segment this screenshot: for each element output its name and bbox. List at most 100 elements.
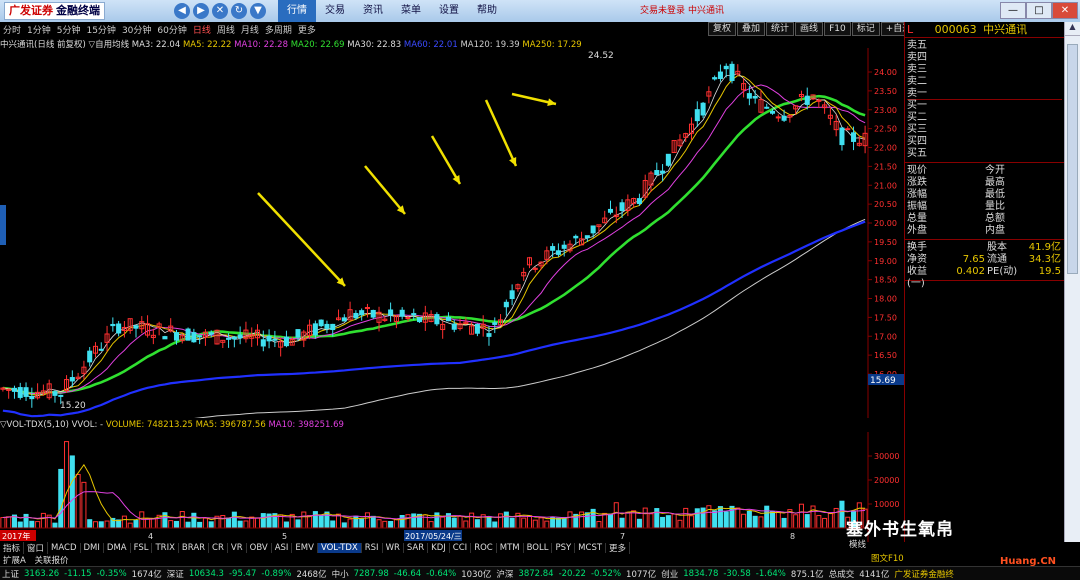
candle-body [555,250,561,255]
volume-bar [145,518,151,529]
tab-cci[interactable]: CCI [450,543,472,553]
f10-button[interactable]: F10 [824,22,851,36]
volume-bar [231,511,237,529]
ma5-line [2,75,866,396]
watermark-text: 塞外书生氧帛 [846,520,954,540]
period-more[interactable]: 更多 [295,23,319,36]
related-quotes-tab[interactable]: 关联报价 [35,556,69,566]
turnover-row: 换手 股本 41.9亿 [907,242,1061,253]
tab-macd[interactable]: MACD [48,543,81,553]
tab-roc[interactable]: ROC [471,543,497,553]
extension-a-tab[interactable]: 扩展A [3,556,26,566]
tab-vol-tdx[interactable]: VOL-TDX [317,543,362,553]
current-price-label: 15.69 [870,376,896,386]
f10-link[interactable]: 图文F10 [871,552,904,564]
volume-chart[interactable]: 30000 20000 10000 2017年 4 5 2017/05/24/三 7… [0,432,904,542]
annotation-arrow [484,99,518,167]
index-sme-label[interactable]: 中小 [332,568,349,580]
period-15min[interactable]: 15分钟 [83,23,118,36]
candle-body [503,301,509,308]
candle-body [116,323,122,334]
volume-bar [58,468,64,529]
volume-bar [283,521,289,529]
tab-dma[interactable]: DMA [104,543,131,553]
tab-trix[interactable]: TRIX [152,543,179,553]
volume-bar [584,512,590,529]
volume-bar [526,515,533,529]
period-1min[interactable]: 1分钟 [24,23,54,36]
menu-menu[interactable]: 菜单 [392,0,430,22]
tab-more[interactable]: 更多 [606,542,631,554]
tab-emv[interactable]: EMV [292,543,318,553]
tab-cr[interactable]: CR [209,543,228,553]
quote-panel: L 000063 中兴通讯 卖五 卖四 卖三 卖二 卖一 买一 买二 买三 买四… [849,22,1064,564]
candle-body [191,332,197,343]
index-sh-label[interactable]: 上证 [2,568,19,580]
index-sh-value: 3163.26 [24,568,60,579]
menu-settings[interactable]: 设置 [430,0,468,22]
scroll-thumb[interactable] [1067,44,1078,274]
index-cy-label[interactable]: 创业 [661,568,678,580]
dropdown-icon[interactable]: ▼ [250,3,266,19]
period-monthly[interactable]: 月线 [238,23,262,36]
overlay-button[interactable]: 叠加 [737,22,766,36]
close-window-button[interactable]: ✕ [1052,2,1078,19]
volume-bar [741,513,747,529]
volume-bar [405,514,411,529]
stats-button[interactable]: 统计 [766,22,795,36]
index-sz-label[interactable]: 深证 [167,568,184,580]
period-60min[interactable]: 60分钟 [154,23,189,36]
tab-sar[interactable]: SAR [404,543,429,553]
volume-bar [92,521,99,529]
tab-indicator[interactable]: 指标 [0,542,25,554]
volume-bar [168,520,174,529]
trade-login-status[interactable]: 交易未登录 [640,0,685,22]
menu-news[interactable]: 资讯 [354,0,392,22]
volume-bar [746,510,752,529]
candle-body [399,309,405,317]
maximize-button[interactable]: □ [1026,2,1052,19]
tab-fsl[interactable]: FSL [131,543,153,553]
tab-brar[interactable]: BRAR [179,543,210,553]
index-hs-label[interactable]: 沪深 [496,568,513,580]
period-30min[interactable]: 30分钟 [119,23,154,36]
draw-button[interactable]: 画线 [795,22,824,36]
left-panel-handle[interactable] [0,205,6,245]
volume-bar [347,518,353,529]
menu-trade[interactable]: 交易 [316,0,354,22]
candle-body [746,93,752,99]
refresh-icon[interactable]: ↻ [231,3,247,19]
period-multi[interactable]: 多周期 [262,23,295,36]
back-icon[interactable]: ◀ [174,3,190,19]
price-tick-label: 24.00 [874,68,897,77]
tab-wr[interactable]: WR [383,543,404,553]
close-icon[interactable]: ✕ [212,3,228,19]
tab-vr[interactable]: VR [228,543,247,553]
menu-market[interactable]: 行情 [278,0,316,22]
tab-obv[interactable]: OBV [247,543,272,553]
tab-mtm[interactable]: MTM [497,543,524,553]
tab-window[interactable]: 窗口 [24,542,49,554]
period-weekly[interactable]: 周线 [214,23,238,36]
period-5min[interactable]: 5分钟 [54,23,84,36]
side-scrollbar[interactable]: ▲ [1064,22,1080,542]
tab-dmi[interactable]: DMI [81,543,104,553]
quote-row: 外盘 内盘 [907,225,1005,236]
tab-boll[interactable]: BOLL [524,543,553,553]
period-daily[interactable]: 日线 [190,23,214,36]
tab-kdj[interactable]: KDJ [428,543,450,553]
candlestick-chart[interactable]: 24.00 23.50 23.00 22.50 22.00 21.50 21.00 20.50… [0,48,904,418]
mark-button[interactable]: 标记 [851,22,880,36]
adjust-button[interactable]: 复权 [708,22,737,36]
minimize-button[interactable]: — [1000,2,1026,19]
forward-icon[interactable]: ▶ [193,3,209,19]
candle-body [492,322,498,325]
menu-help[interactable]: 帮助 [468,0,506,22]
tab-rsi[interactable]: RSI [362,543,383,553]
tab-mcst[interactable]: MCST [575,543,607,553]
candle-body [330,323,336,331]
period-intraday[interactable]: 分时 [0,23,24,36]
volume-bar [307,515,313,529]
tab-psy[interactable]: PSY [552,543,576,553]
tab-asi[interactable]: ASI [272,543,293,553]
